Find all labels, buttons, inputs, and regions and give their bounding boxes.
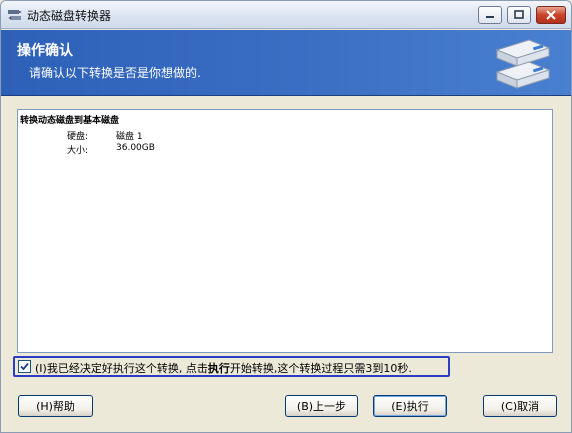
header-banner: 操作确认 请确认以下转换是否是你想做的.: [1, 30, 571, 96]
banner-title: 操作确认: [17, 43, 73, 59]
close-button[interactable]: [536, 6, 566, 24]
checkmark-icon: [20, 362, 29, 371]
back-button[interactable]: (B)上一步: [285, 395, 358, 417]
operation-heading: 转换动态磁盘到基本磁盘: [20, 116, 120, 126]
disk-stack-icon: [495, 39, 551, 89]
maximize-icon: [514, 10, 524, 19]
confirm-option[interactable]: (I)我已经决定好执行这个转换, 点击执行开始转换,这个转换过程只需3到10秒.: [13, 356, 450, 377]
minimize-button[interactable]: [478, 6, 502, 24]
size-label: 大小:: [67, 146, 89, 156]
disk-label: 硬盘:: [67, 132, 89, 142]
minimize-icon: [486, 16, 494, 18]
confirm-label-bold: 执行: [207, 362, 230, 375]
confirm-label-prefix: (I)我已经决定好执行这个转换, 点击: [35, 362, 208, 375]
converter-window: 动态磁盘转换器 操作确认 请确认以下转换是否是你想做的. 转换动态磁盘到基本磁盘…: [0, 0, 572, 433]
execute-button[interactable]: (E)执行: [373, 395, 447, 417]
banner-subtitle: 请确认以下转换是否是你想做的.: [29, 66, 201, 80]
confirm-label-suffix: 开始转换,这个转换过程只需3到10秒.: [229, 362, 412, 375]
maximize-button[interactable]: [507, 6, 531, 24]
confirm-label[interactable]: (I)我已经决定好执行这个转换, 点击执行开始转换,这个转换过程只需3到10秒.: [35, 360, 412, 376]
confirm-checkbox[interactable]: [18, 360, 31, 373]
title-bar[interactable]: 动态磁盘转换器: [1, 1, 571, 29]
app-icon: [8, 10, 22, 20]
help-button[interactable]: (H)帮助: [18, 395, 93, 417]
window-title: 动态磁盘转换器: [27, 9, 112, 23]
operation-summary-panel: 转换动态磁盘到基本磁盘 硬盘: 磁盘 1 大小: 36.00GB: [17, 109, 553, 353]
cancel-button[interactable]: (C)取消: [483, 395, 557, 417]
disk-value: 磁盘 1: [116, 132, 143, 142]
close-icon: [546, 10, 556, 20]
size-value: 36.00GB: [116, 143, 155, 153]
